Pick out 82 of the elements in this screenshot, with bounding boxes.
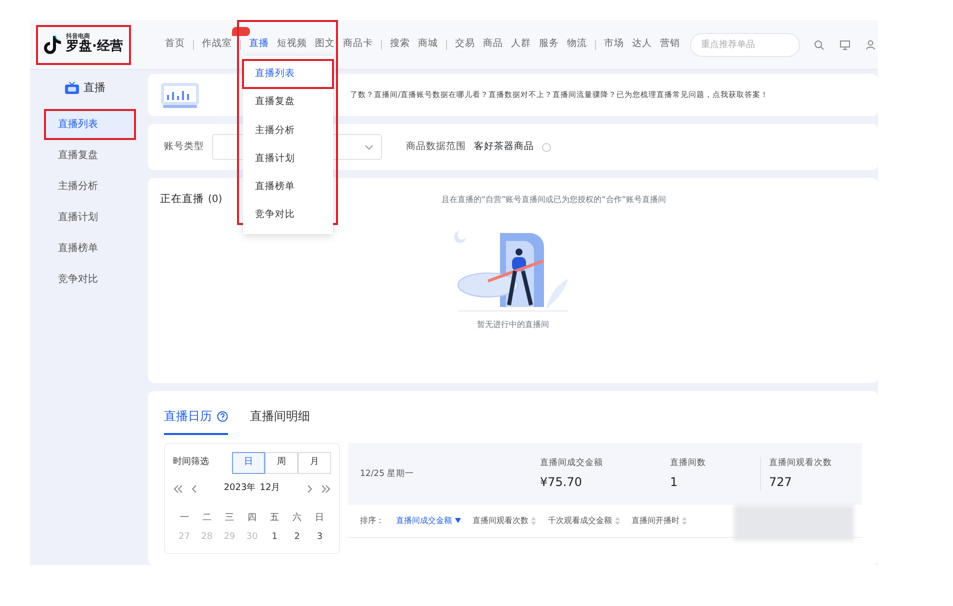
nav-link[interactable]: 人群: [506, 37, 535, 52]
sort-option[interactable]: 直播间观看次数: [472, 515, 536, 527]
sort-icon: [614, 516, 620, 525]
sidebar-item[interactable]: 直播计划: [44, 202, 136, 232]
weekday-label: 三: [224, 512, 235, 524]
chevron-right-icon[interactable]: [306, 484, 313, 493]
weekday-label: 二: [201, 512, 212, 524]
nav-link[interactable]: 商品卡: [338, 37, 377, 52]
chevron-left-icon[interactable]: [191, 484, 197, 493]
double-chevron-left-icon[interactable]: [173, 484, 183, 493]
period-toggle[interactable]: 日: [232, 452, 265, 474]
menu-item[interactable]: 主播分析: [242, 116, 333, 145]
search-icon[interactable]: [814, 40, 824, 50]
tab[interactable]: 直播日历: [164, 403, 228, 435]
double-chevron-right-icon[interactable]: [320, 484, 331, 493]
nav-link[interactable]: 首页: [160, 37, 189, 52]
weekday-label: 日: [314, 512, 326, 524]
sort-option[interactable]: 千次观看成交金额: [548, 515, 620, 527]
nav-link[interactable]: 短视频: [272, 37, 311, 52]
sidebar-item[interactable]: 直播复盘: [44, 140, 136, 170]
sort-option[interactable]: 直播间成交金额: [396, 515, 461, 527]
metric-label: 直播间数: [670, 456, 707, 470]
user-icon[interactable]: [866, 40, 875, 50]
summary-date: 12/25 星期一: [360, 468, 416, 480]
sidebar-item[interactable]: 直播榜单: [44, 232, 136, 264]
calendar-month: 12月: [260, 482, 280, 495]
menu-item[interactable]: 直播列表: [242, 60, 333, 88]
sidebar-item[interactable]: 主播分析: [44, 170, 136, 202]
live-count: (0): [208, 193, 222, 207]
weekday-label: 五: [269, 512, 280, 524]
section-title: 正在直播: [160, 193, 204, 206]
period-toggle[interactable]: 周: [265, 452, 298, 474]
menu-item[interactable]: 直播榜单: [242, 173, 333, 202]
calendar-day[interactable]: 2: [286, 531, 308, 544]
weekday-label: 四: [246, 512, 258, 524]
filter-label: 账号类型: [164, 140, 204, 154]
sidebar-title: 直播: [84, 80, 106, 96]
section-hint: 且在直播的“自营”账号直播间或已为您授权的“合作”账号直播间: [441, 194, 666, 206]
help-icon[interactable]: [217, 410, 228, 422]
sort-label: 排序：: [360, 515, 384, 527]
nav-link[interactable]: 直播: [244, 37, 273, 52]
nav-link[interactable]: 服务: [534, 37, 563, 52]
filter-value: 客好茶器商品: [474, 140, 534, 154]
nav-link[interactable]: 交易: [450, 37, 479, 52]
metric-value: 1: [670, 474, 679, 492]
metric-label: 直播间成交金额: [540, 456, 604, 470]
weekday-label: 六: [292, 512, 303, 524]
nav-link[interactable]: 图文: [310, 37, 339, 52]
sort-option[interactable]: 直播间开播时: [632, 515, 688, 527]
metric-value: ¥75.70: [540, 474, 583, 492]
sort-icon: [682, 516, 688, 525]
chart-illustration: [160, 81, 200, 109]
menu-item[interactable]: 直播计划: [242, 144, 333, 173]
calendar-day[interactable]: 1: [263, 531, 286, 544]
nav-link[interactable]: 物流: [562, 37, 591, 52]
menu-item[interactable]: 竞争对比: [242, 201, 333, 230]
nav-link[interactable]: 商品: [478, 37, 507, 52]
nav-link[interactable]: 商城: [414, 37, 442, 52]
menu-item[interactable]: 直播复盘: [242, 88, 333, 116]
empty-state-text: 暂无进行中的直播间: [477, 319, 549, 331]
nav-link[interactable]: 作战室: [198, 37, 236, 52]
filter-label: 时间筛选: [173, 456, 209, 470]
calendar-year: 2023年: [224, 482, 256, 495]
calendar-day[interactable]: 3: [308, 531, 331, 544]
metric-label: 直播间观看次数: [769, 456, 833, 470]
tab[interactable]: 直播间明细: [250, 403, 310, 435]
tv-icon: [64, 82, 78, 94]
search-field[interactable]: 重点推荐单品: [690, 32, 800, 56]
nav-link[interactable]: 搜索: [386, 37, 414, 52]
sidebar-item[interactable]: 直播列表: [44, 108, 136, 140]
nav-link[interactable]: 市场: [600, 37, 628, 52]
monitor-icon[interactable]: [840, 40, 850, 50]
chevron-down-icon: [365, 144, 373, 150]
nav-link[interactable]: 达人: [628, 37, 656, 52]
weekday-label: 一: [178, 512, 190, 524]
sort-icon: [531, 516, 536, 525]
metric-value: 727: [769, 474, 793, 492]
filter-label: 商品数据范围: [406, 140, 466, 154]
nav-link[interactable]: 营销: [656, 37, 684, 52]
sort-desc-icon: [454, 518, 461, 524]
sidebar-item[interactable]: 竞争对比: [44, 264, 136, 294]
period-toggle[interactable]: 月: [298, 452, 331, 474]
